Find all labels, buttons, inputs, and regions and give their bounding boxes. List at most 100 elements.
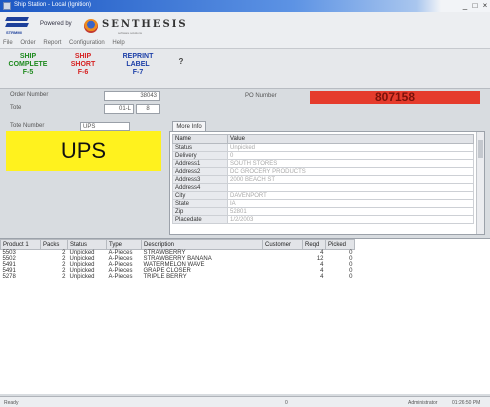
ship-short-key: F-6 xyxy=(77,69,89,76)
company-logo-text: STRMMI xyxy=(6,30,22,35)
cell-status: Unpicked xyxy=(69,274,95,280)
powered-by-label: Powered by xyxy=(40,21,72,27)
info-row: Address3 2000 BEACH ST xyxy=(172,175,474,184)
col-picked[interactable]: Picked xyxy=(325,239,355,250)
tote-extra-field[interactable]: 8 xyxy=(136,104,160,114)
more-info-scrollbar[interactable] xyxy=(476,132,484,234)
order-lines-grid: Product 1 Packs Status Type Description … xyxy=(0,238,490,394)
status-text: Ready xyxy=(4,400,19,406)
close-button[interactable]: × xyxy=(480,1,490,10)
info-value: 52801 xyxy=(227,207,474,216)
info-value: DC GROCERY PRODUCTS xyxy=(227,167,474,176)
info-key: Address1 xyxy=(172,159,228,168)
status-time: 01:26:50 PM xyxy=(452,400,481,406)
info-value: SOUTH STORES xyxy=(227,159,474,168)
reprint-label-button[interactable]: REPRINT LABEL F-7 xyxy=(118,53,158,77)
app-icon xyxy=(3,2,11,10)
cell-description: TRIPLE BERRY xyxy=(143,274,187,280)
status-bar: Ready 0 Administrator 01:26:50 PM xyxy=(0,396,490,407)
info-row: Placedate 1/2/2003 xyxy=(172,215,474,224)
menu-bar: File Order Report Configuration Help xyxy=(0,38,490,49)
logo-area: STRMMI Powered by SENTHESIS software sol… xyxy=(0,12,490,38)
table-row[interactable]: 5278 2 Unpicked A-Pieces TRIPLE BERRY 4 … xyxy=(1,274,355,280)
maximize-button[interactable]: □ xyxy=(470,1,480,10)
info-key: Status xyxy=(172,143,228,152)
col-status[interactable]: Status xyxy=(67,239,107,250)
carrier-badge: UPS xyxy=(6,131,161,171)
info-row: Zip 52801 xyxy=(172,207,474,216)
info-value: IA xyxy=(227,199,474,208)
cell-type: A-Pieces xyxy=(108,274,133,280)
menu-help[interactable]: Help xyxy=(109,38,127,48)
info-value: 1/2/2003 xyxy=(227,215,474,224)
info-row: Status Unpicked xyxy=(172,143,474,152)
ship-short-button[interactable]: SHIP SHORT F-6 xyxy=(65,53,101,77)
menu-file[interactable]: File xyxy=(0,38,16,48)
col-customer[interactable]: Customer xyxy=(262,239,303,250)
window-title: Ship Station - Local (Ignition) xyxy=(14,2,92,8)
info-row: Address4 xyxy=(172,183,474,192)
cell-product: 5278 xyxy=(2,274,16,280)
info-key: City xyxy=(172,191,228,200)
tote-number-label: Tote Number xyxy=(10,123,45,129)
info-key: Zip xyxy=(172,207,228,216)
col-reqd[interactable]: Reqd xyxy=(302,239,326,250)
info-key: Address3 xyxy=(172,175,228,184)
menu-order[interactable]: Order xyxy=(17,38,38,48)
order-number-field[interactable]: 38043 xyxy=(104,91,160,101)
col-description[interactable]: Description xyxy=(141,239,263,250)
cell-picked: 0 xyxy=(349,274,353,280)
scrollbar-thumb[interactable] xyxy=(478,140,483,158)
info-row: Delivery 0 xyxy=(172,151,474,160)
info-value: 2000 BEACH ST xyxy=(227,175,474,184)
col-name[interactable]: Name xyxy=(172,134,228,144)
order-number-label: Order Number xyxy=(10,92,49,98)
cell-packs: 2 xyxy=(62,274,66,280)
toolbar: SHIP COMPLETE F-5 SHIP SHORT F-6 REPRINT… xyxy=(0,49,490,89)
info-value: Unpicked xyxy=(227,143,474,152)
info-key: Placedate xyxy=(172,215,228,224)
info-value: DAVENPORT xyxy=(227,191,474,200)
order-lines-table: Product 1 Packs Status Type Description … xyxy=(0,239,355,280)
info-key: Delivery xyxy=(172,151,228,160)
ship-short-line1: SHIP xyxy=(74,53,92,60)
col-value[interactable]: Value xyxy=(227,134,474,144)
ship-short-line2: SHORT xyxy=(70,61,96,68)
ship-complete-line1: SHIP xyxy=(19,53,37,60)
ship-complete-button[interactable]: SHIP COMPLETE F-5 xyxy=(8,53,48,77)
tote-field[interactable]: 01-L xyxy=(104,104,134,114)
info-row: State IA xyxy=(172,199,474,208)
info-row: Address2 DC GROCERY PRODUCTS xyxy=(172,167,474,176)
status-count: 0 xyxy=(285,400,288,406)
reprint-label-line1: REPRINT xyxy=(122,53,154,60)
company-logo: STRMMI xyxy=(5,17,29,35)
info-key: Address4 xyxy=(172,183,228,192)
info-key: State xyxy=(172,199,228,208)
ship-complete-line2: COMPLETE xyxy=(8,61,48,68)
po-number-label: PO Number xyxy=(245,93,277,99)
cell-customer xyxy=(263,274,303,280)
info-row: Address1 SOUTH STORES xyxy=(172,159,474,168)
tote-label: Tote xyxy=(10,105,22,111)
col-packs[interactable]: Packs xyxy=(40,239,68,250)
menu-report[interactable]: Report xyxy=(40,38,64,48)
more-info-panel: Name Value Status Unpicked Delivery 0 Addr… xyxy=(169,131,485,235)
cell-reqd: 4 xyxy=(320,274,324,280)
brand-name: SENTHESIS xyxy=(102,19,188,30)
minimize-button[interactable]: _ xyxy=(460,1,470,10)
info-value xyxy=(227,183,474,192)
menu-configuration[interactable]: Configuration xyxy=(66,38,108,48)
info-key: Address2 xyxy=(172,167,228,176)
reprint-label-key: F-7 xyxy=(132,69,144,76)
col-product[interactable]: Product 1 xyxy=(0,239,41,250)
tote-number-input[interactable]: UPS xyxy=(80,122,130,131)
help-button[interactable]: ? xyxy=(176,58,186,66)
title-bar: Ship Station - Local (Ignition) _ □ × xyxy=(0,0,490,12)
brand-globe-icon xyxy=(84,19,98,33)
po-number-value: 807158 xyxy=(310,91,480,104)
status-user: Administrator xyxy=(408,400,438,406)
reprint-label-line2: LABEL xyxy=(126,61,150,68)
col-type[interactable]: Type xyxy=(106,239,142,250)
brand-tagline: software solutions xyxy=(118,31,143,35)
info-value: 0 xyxy=(227,151,474,160)
